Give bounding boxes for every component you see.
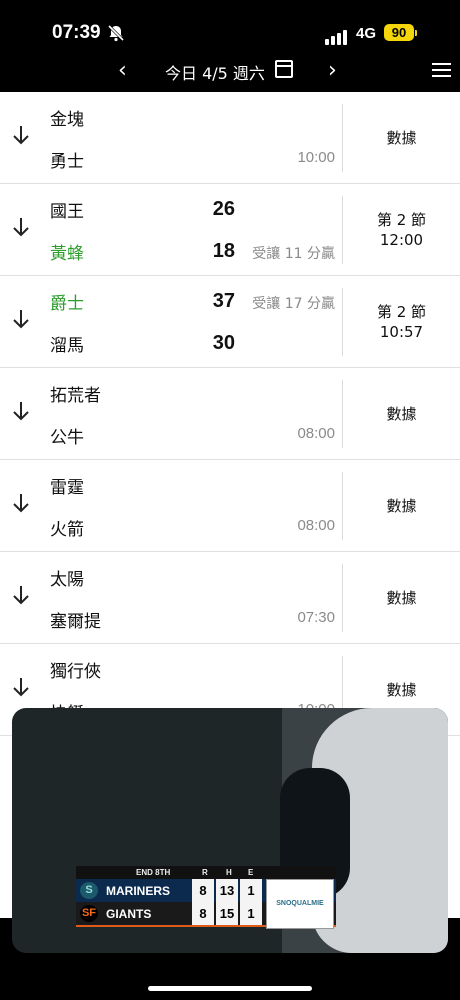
arrow-down-icon[interactable] [12, 492, 30, 514]
sponsor-logo: SNOQUALMIE [266, 879, 334, 929]
stats-link[interactable]: 數據 [343, 552, 460, 643]
away-score: 26 [212, 198, 235, 220]
clock-label: 10:57 [379, 322, 424, 341]
game-row[interactable]: 拓荒者 公牛 08:00 數據 [0, 368, 460, 460]
inning-label: END 8TH [136, 868, 171, 877]
period-label: 第 2 節 [376, 302, 427, 321]
stats-label: 數據 [386, 588, 417, 607]
current-date[interactable]: 今日 4/5 週六 [165, 60, 265, 84]
away-team: 金塊 [50, 110, 84, 130]
runs: 8 [192, 902, 214, 925]
errors: 1 [240, 879, 262, 902]
hits: 13 [216, 879, 238, 902]
arrow-down-icon[interactable] [12, 308, 30, 330]
status-bar: 07:39 4G 90 [0, 0, 460, 54]
arrow-down-icon[interactable] [12, 124, 30, 146]
arrow-down-icon[interactable] [12, 584, 30, 606]
calendar-icon[interactable] [275, 60, 293, 78]
game-time: 07:30 [297, 609, 335, 626]
arrow-down-icon[interactable] [12, 676, 30, 698]
spread-note: 受讓 17 分贏 [252, 296, 335, 312]
home-team: 勇士 [50, 152, 84, 172]
errors: 1 [240, 902, 262, 925]
team-name: MARINERS [106, 884, 171, 898]
silent-bell-icon [107, 24, 125, 42]
game-row[interactable]: 太陽 塞爾提 07:30 數據 [0, 552, 460, 644]
stats-link[interactable]: 數據 [343, 368, 460, 459]
game-row[interactable]: 金塊 勇士 10:00 數據 [0, 92, 460, 184]
giants-logo-icon: SF [80, 905, 98, 922]
stats-label: 數據 [386, 404, 417, 423]
stats-label: 數據 [386, 128, 417, 147]
game-time: 08:00 [297, 517, 335, 534]
home-score: 30 [212, 332, 235, 354]
hits: 15 [216, 902, 238, 925]
baseball-scorebug: END 8TH R H E S MARINERS 8 13 1 SF GIANT… [76, 866, 336, 929]
signal-icon [325, 26, 349, 45]
date-nav: ‹ 今日 4/5 週六 › [0, 54, 460, 92]
away-team: 拓荒者 [50, 386, 101, 406]
stats-link[interactable]: 數據 [343, 92, 460, 183]
away-team: 雷霆 [50, 478, 84, 498]
game-status[interactable]: 第 2 節 12:00 [343, 184, 460, 275]
stats-link[interactable]: 數據 [343, 460, 460, 551]
next-day-chevron-icon[interactable]: › [328, 58, 337, 83]
home-team: 溜馬 [50, 336, 84, 356]
stats-label: 數據 [386, 496, 417, 515]
arrow-down-icon[interactable] [12, 400, 30, 422]
arrow-down-icon[interactable] [12, 216, 30, 238]
battery-tip [415, 30, 417, 36]
home-team: 公牛 [50, 428, 84, 448]
errors-header: E [248, 868, 254, 877]
home-score: 18 [212, 240, 235, 262]
network-type: 4G [356, 25, 377, 42]
away-team: 國王 [50, 202, 84, 222]
game-time: 10:00 [297, 149, 335, 166]
battery-icon: 90 [384, 24, 414, 41]
game-row[interactable]: 國王 黃蜂 26 18 受讓 11 分贏 第 2 節 12:00 [0, 184, 460, 276]
away-score: 37 [212, 290, 235, 312]
game-status[interactable]: 第 2 節 10:57 [343, 276, 460, 367]
runs-header: R [202, 868, 208, 877]
period-label: 第 2 節 [376, 210, 427, 229]
mariners-logo-icon: S [80, 882, 98, 899]
game-time: 08:00 [297, 425, 335, 442]
home-indicator[interactable] [148, 986, 312, 991]
clock: 07:39 [52, 22, 101, 43]
stats-label: 數據 [386, 680, 417, 699]
spread-note: 受讓 11 分贏 [252, 246, 335, 262]
home-team: 火箭 [50, 520, 84, 540]
team-name: GIANTS [106, 907, 152, 921]
scorebug-header: END 8TH R H E [76, 866, 336, 879]
picture-in-picture-video[interactable]: END 8TH R H E S MARINERS 8 13 1 SF GIANT… [12, 708, 448, 953]
home-team: 塞爾提 [50, 612, 101, 632]
prev-day-chevron-icon[interactable]: ‹ [118, 58, 127, 83]
away-team: 太陽 [50, 570, 84, 590]
hits-header: H [226, 868, 232, 877]
hamburger-menu-icon[interactable] [432, 63, 451, 77]
game-row[interactable]: 爵士 溜馬 37 30 受讓 17 分贏 第 2 節 10:57 [0, 276, 460, 368]
away-team: 獨行俠 [50, 662, 101, 682]
home-team: 黃蜂 [50, 244, 84, 264]
away-team: 爵士 [50, 294, 84, 314]
runs: 8 [192, 879, 214, 902]
clock-label: 12:00 [379, 230, 424, 249]
game-row[interactable]: 雷霆 火箭 08:00 數據 [0, 460, 460, 552]
